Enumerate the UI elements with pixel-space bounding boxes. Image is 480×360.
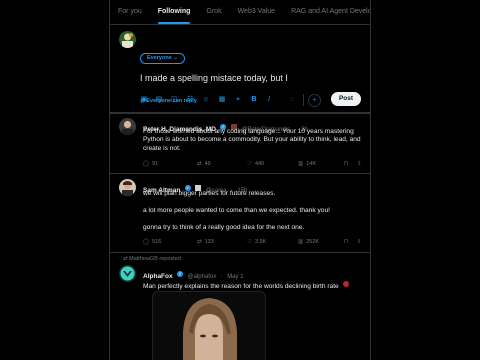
post-sam-altman[interactable]: Sam Altman ✓ @sama · 15h we will plan bi… (110, 174, 370, 253)
poll-icon[interactable]: ☷ (186, 96, 194, 104)
italic-icon[interactable]: I (265, 96, 273, 104)
views-icon: ▥ (298, 239, 304, 245)
tab-web3-value[interactable]: Web3 Value (230, 0, 284, 24)
repost-button[interactable]: ⇄ 49 (197, 161, 211, 167)
image-icon[interactable]: ▣ (140, 96, 148, 104)
no-entry-emoji-icon (343, 280, 350, 287)
tab-grok[interactable]: Grok (198, 0, 229, 24)
user-avatar[interactable] (119, 31, 136, 48)
tab-for-you[interactable]: For you (110, 0, 150, 24)
composer-toolbar: ▣ ▤ ◫ ☷ ☺ ▦ ⌖ B I ◌ + Post (110, 88, 370, 113)
bookmark-icon[interactable]: ⊓ (344, 239, 348, 245)
views-button[interactable]: ▥ 14K (298, 161, 316, 167)
share-icon[interactable]: ⇧ (357, 239, 362, 245)
heart-icon: ♡ (247, 161, 252, 167)
progress-ring-icon: ◌ (289, 96, 295, 103)
post-text: Man perfectly explains the reason for th… (143, 283, 339, 290)
post-text-line-2: a lot more people wanted to come than we… (143, 207, 330, 214)
repost-context: ⇄ MatthewGB reposted (123, 256, 181, 262)
repost-count: 133 (204, 239, 214, 245)
compose-textarea[interactable]: I made a spelling mistace today, but I (140, 73, 288, 83)
timeline-tabs: For you Following Grok Web3 Value RAG an… (110, 0, 370, 25)
main-timeline-column: For you Following Grok Web3 Value RAG an… (109, 0, 371, 360)
repost-count: 49 (204, 161, 211, 167)
heart-icon: ♡ (247, 239, 252, 245)
avatar[interactable] (119, 118, 136, 135)
chevron-down-icon: ⌄ (173, 55, 178, 61)
reposted-by-label[interactable]: MatthewGB reposted (129, 256, 181, 262)
like-count: 440 (254, 161, 265, 167)
like-count: 3.9K (254, 239, 267, 245)
audience-label: Everyone (147, 55, 172, 61)
reply-button[interactable]: ◯ 516 (143, 239, 161, 245)
post-text-line-1: we will plan bigger parties for future r… (143, 190, 276, 197)
reply-icon: ◯ (143, 239, 150, 245)
post-media-video[interactable] (152, 291, 266, 360)
repost-button[interactable]: ⇄ 133 (197, 239, 214, 245)
post-actions: ◯ 516 ⇄ 133 ♡ 3.9K ▥ 252K ⊓ ⇧ (143, 239, 362, 247)
active-tab-indicator (157, 22, 191, 24)
reply-count: 91 (152, 161, 159, 167)
like-button[interactable]: ♡ 440 (247, 161, 264, 167)
post-text-line-3: gonna try to think of a really good idea… (143, 224, 305, 231)
views-count: 14K (306, 161, 316, 167)
post-alphafox[interactable]: ⇄ MatthewGB reposted AlphaFox ✓ @alphafo… (110, 253, 370, 360)
bold-icon[interactable]: B (250, 96, 258, 104)
add-post-icon[interactable]: + (308, 94, 321, 107)
avatar[interactable] (119, 265, 136, 282)
share-icon[interactable]: ⇧ (357, 161, 362, 167)
post-peter-diamandis[interactable]: Peter H. Diamandis, MD ✓ @PeterDiamandis… (110, 113, 370, 174)
post-text: For those worried about any coding langu… (143, 128, 361, 152)
post-button[interactable]: Post (331, 92, 361, 106)
views-button[interactable]: ▥ 252K (298, 239, 319, 245)
toolbar-divider (303, 94, 304, 106)
like-button[interactable]: ♡ 3.9K (247, 239, 266, 245)
tab-following-label: Following (157, 8, 191, 15)
grok-icon[interactable]: ◫ (170, 96, 178, 104)
post-actions: ◯ 91 ⇄ 49 ♡ 440 ▥ 14K ⊓ ⇧ (143, 161, 362, 169)
tab-rag-ai-agent[interactable]: RAG and AI Agent Develope (283, 0, 370, 24)
reply-icon: ◯ (143, 161, 150, 167)
location-icon[interactable]: ⌖ (234, 96, 242, 104)
gif-icon[interactable]: ▤ (155, 96, 163, 104)
reply-count: 516 (152, 239, 162, 245)
schedule-icon[interactable]: ▦ (218, 96, 226, 104)
reply-button[interactable]: ◯ 91 (143, 161, 158, 167)
views-icon: ▥ (298, 161, 304, 167)
repost-icon: ⇄ (197, 161, 202, 167)
tab-following[interactable]: Following (150, 0, 199, 24)
avatar[interactable] (119, 179, 136, 196)
bookmark-icon[interactable]: ⊓ (344, 161, 348, 167)
audience-selector[interactable]: Everyone ⌄ (140, 53, 185, 64)
repost-small-icon: ⇄ (123, 256, 128, 262)
emoji-icon[interactable]: ☺ (202, 96, 210, 104)
views-count: 252K (306, 239, 320, 245)
repost-icon: ⇄ (197, 239, 202, 245)
video-frame-image (153, 292, 265, 360)
